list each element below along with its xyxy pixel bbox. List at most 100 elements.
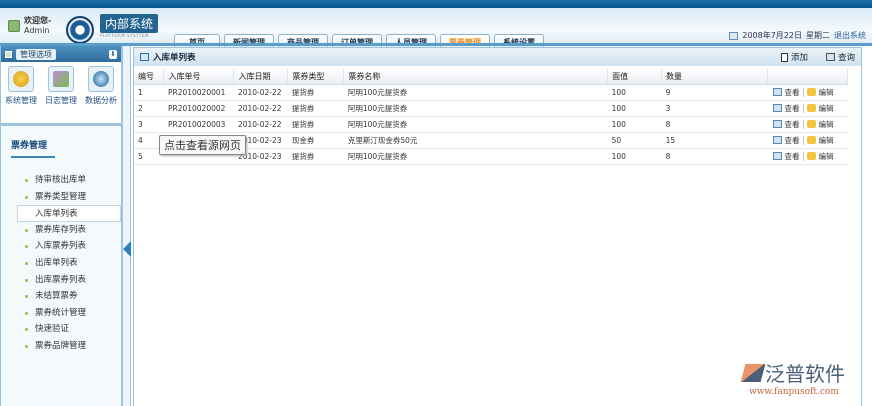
- log-icon: [53, 71, 69, 87]
- column-header: 入库日期: [233, 69, 289, 85]
- top-strip: [0, 0, 872, 8]
- gear-icon: [13, 71, 29, 87]
- actions-cell: 查看 编辑: [767, 132, 848, 149]
- table-cell: 9: [661, 84, 768, 101]
- sidebar-item[interactable]: 出库单列表: [1, 255, 121, 272]
- calendar-icon: [729, 31, 739, 40]
- table-cell: 2010-02-22: [233, 116, 288, 133]
- table-row: 2 PR2010020002 2010-02-22 提货券 阿明100元提货券 100 3 查…: [134, 100, 848, 117]
- quick-system-manage[interactable]: 系统管理: [5, 66, 37, 123]
- date-text: 2008年7月22日: [742, 31, 802, 40]
- quick-log-manage[interactable]: 日志管理: [45, 66, 77, 123]
- edit-icon: [806, 88, 816, 96]
- add-label: 添加: [790, 53, 808, 63]
- edit-icon: [806, 120, 816, 128]
- view-icon: [772, 120, 782, 128]
- sidebar-splitter[interactable]: [123, 46, 131, 406]
- user-info: 欢迎您- Admin: [8, 16, 51, 36]
- table-cell: 提货券: [287, 148, 344, 165]
- sidebar-item[interactable]: 出库票券列表: [1, 272, 121, 289]
- query-label: 查询: [837, 53, 855, 63]
- edit-link[interactable]: 编辑: [819, 87, 834, 98]
- edit-icon: [806, 136, 816, 144]
- watermark-logo: 泛普软件 www.fanpusoft.com: [740, 358, 845, 397]
- add-button[interactable]: 添加: [780, 51, 808, 63]
- table-cell: PR2010020001: [163, 84, 234, 101]
- table-cell: 1: [134, 84, 164, 101]
- table-cell: 提货券: [287, 84, 344, 101]
- quick-label: 系统管理: [5, 96, 37, 105]
- sidebar-item[interactable]: 票券类型管理: [1, 189, 121, 206]
- table-cell: 2010-02-22: [233, 100, 288, 117]
- date-bar: 2008年7月22日 星期二 退出系统: [729, 30, 866, 41]
- actions-cell: 查看 编辑: [767, 116, 848, 133]
- tooltip: 点击查看源网页: [159, 135, 246, 155]
- sidebar-item[interactable]: 待审核出库单: [1, 172, 121, 189]
- sidebar-item[interactable]: 未结算票券: [1, 288, 121, 305]
- table-cell: 提货券: [287, 100, 344, 117]
- weekday-text: 星期二: [806, 31, 830, 40]
- column-header: 票券类型: [287, 69, 345, 85]
- table-cell: 50: [607, 132, 662, 149]
- search-icon: [825, 53, 835, 61]
- actions-cell: 查看 编辑: [767, 100, 848, 117]
- logout-link[interactable]: 退出系统: [834, 30, 866, 41]
- table-cell: 100: [607, 148, 662, 165]
- table-row: 3 PR2010020003 2010-02-22 提货券 阿明100元提货券 100 8 查…: [134, 116, 848, 133]
- table-row: 1 PR2010020001 2010-02-22 提货券 阿明100元提货券 100 9 查…: [134, 84, 848, 101]
- sidebar-item[interactable]: 票券库存列表: [1, 222, 121, 239]
- quick-data-analysis[interactable]: 数据分析: [85, 66, 117, 123]
- column-header: 数量: [661, 69, 768, 85]
- sidebar-item[interactable]: 入库单列表: [17, 205, 121, 222]
- table-cell: 克里斯汀现金券50元: [343, 132, 608, 149]
- logo-icon: [66, 16, 94, 44]
- quick-links: 系统管理 日志管理 数据分析: [1, 62, 121, 126]
- table-cell: PR2010020003: [163, 116, 234, 133]
- sidebar-item[interactable]: 入库票券列表: [1, 238, 121, 255]
- sidebar-section-title: 票券管理: [1, 126, 121, 158]
- sidebar-title: 管理选项: [16, 48, 56, 60]
- view-link[interactable]: 查看: [785, 151, 800, 162]
- table-cell: 8: [661, 148, 768, 165]
- edit-link[interactable]: 编辑: [819, 151, 834, 162]
- table-cell: 100: [607, 116, 662, 133]
- edit-icon: [806, 152, 816, 160]
- view-icon: [772, 88, 782, 96]
- table-cell: PR2010020002: [163, 100, 234, 117]
- table-cell: 100: [607, 84, 662, 101]
- view-icon: [772, 104, 782, 112]
- sidebar-menu: 待审核出库单 票券类型管理 入库单列表 票券库存列表 入库票券列表 出库单列表 出库票券列表…: [1, 172, 121, 355]
- view-icon: [772, 136, 782, 144]
- edit-link[interactable]: 编辑: [819, 119, 834, 130]
- view-link[interactable]: 查看: [785, 103, 800, 114]
- table-cell: 阿明100元提货券: [343, 100, 608, 117]
- header: 欢迎您-Admin 内部系统 PLATFORM SYSYTEM 首页新闻管理商品…: [0, 8, 872, 51]
- welcome-text: 欢迎您-: [24, 16, 52, 25]
- sidebar-item[interactable]: 快速验证: [1, 321, 121, 338]
- brand-logo-icon: [740, 363, 766, 382]
- collapse-down-icon[interactable]: ⬇: [109, 49, 117, 59]
- view-link[interactable]: 查看: [785, 87, 800, 98]
- sidebar: 管理选项 ⬇ 系统管理 日志管理 数据分析 票券管理 待审核出库单 票券类型管理入…: [0, 46, 123, 406]
- edit-icon: [806, 104, 816, 112]
- sidebar-item[interactable]: 票券统计管理: [1, 305, 121, 322]
- system-title: 内部系统: [100, 14, 159, 33]
- table-cell: 阿明100元提货券: [343, 116, 608, 133]
- view-link[interactable]: 查看: [785, 119, 800, 130]
- table-cell: 阿明100元提货券: [343, 84, 608, 101]
- table-cell: 2: [134, 100, 164, 117]
- user-icon: [8, 20, 20, 32]
- sidebar-item[interactable]: 票券品牌管理: [1, 338, 121, 355]
- view-link[interactable]: 查看: [785, 135, 800, 146]
- collapse-left-icon[interactable]: [123, 241, 131, 257]
- edit-link[interactable]: 编辑: [819, 135, 834, 146]
- column-header: [767, 69, 849, 85]
- edit-link[interactable]: 编辑: [819, 103, 834, 114]
- quick-label: 日志管理: [45, 96, 77, 105]
- table-cell: 100: [607, 100, 662, 117]
- username: Admin: [24, 26, 50, 35]
- table-cell: 8: [661, 116, 768, 133]
- panel-header: 入库单列表 添加 查询: [134, 48, 861, 66]
- query-button[interactable]: 查询: [825, 51, 855, 63]
- table-cell: 阿明100元提货券: [343, 148, 608, 165]
